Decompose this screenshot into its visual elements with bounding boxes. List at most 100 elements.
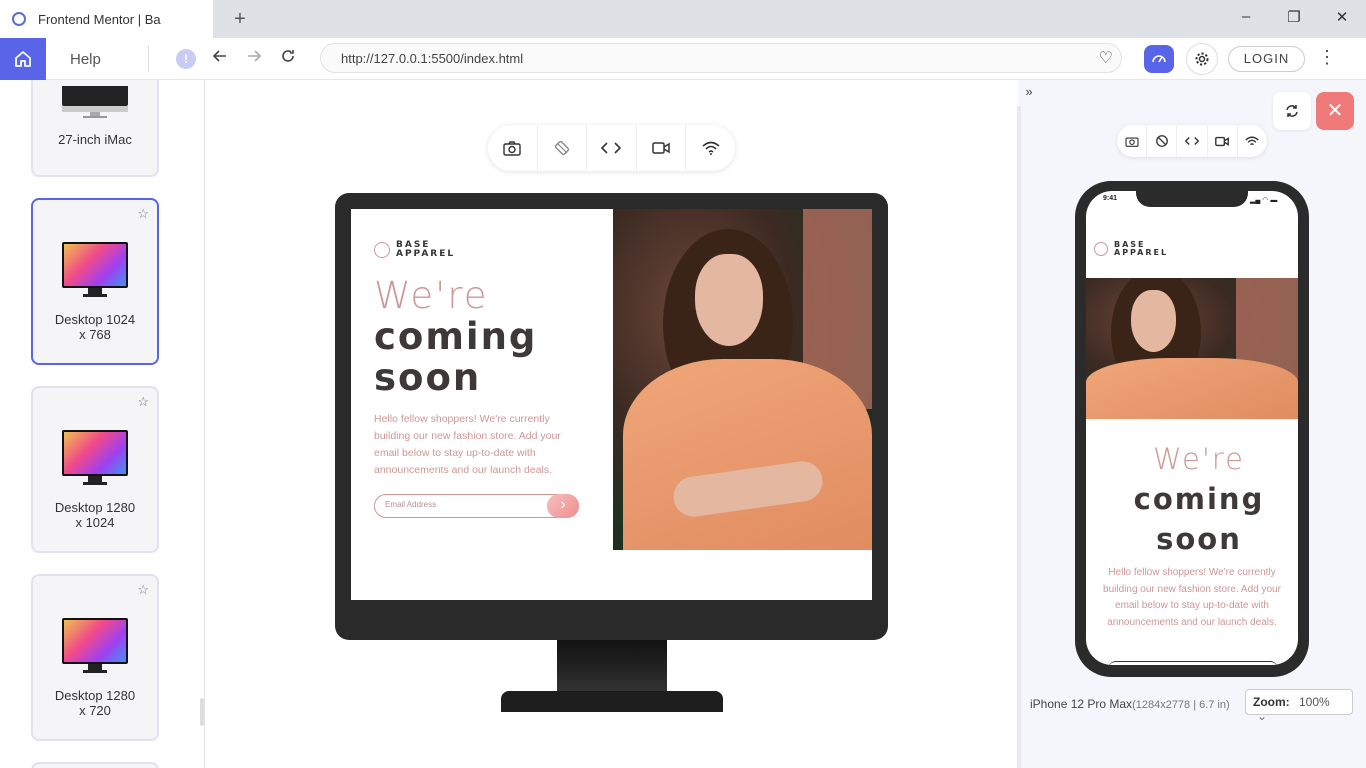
device-sidebar: 27-inch iMac ☆ Desktop 1024 x 768 ☆ Desk…: [0, 80, 205, 768]
code-icon: [601, 142, 622, 154]
help-link[interactable]: Help: [70, 51, 101, 68]
forward-icon[interactable]: [243, 48, 265, 69]
device-name-label: iPhone 12 Pro Max(1284x2778 | 6.7 in): [1030, 697, 1230, 711]
star-icon[interactable]: ☆: [137, 394, 149, 410]
headline-line-3: soon: [374, 356, 482, 399]
headline-line-3: soon: [1156, 522, 1242, 556]
device-label-line2: x 768: [79, 327, 111, 342]
screenshot-button[interactable]: [488, 125, 538, 171]
monitor-base: [501, 691, 723, 712]
chevron-down-icon: ⌄: [1257, 709, 1268, 723]
rotate-icon: [554, 140, 570, 156]
sidebar-scrollbar[interactable]: [200, 698, 204, 726]
headline-pink: We're: [1153, 442, 1245, 476]
new-tab-button[interactable]: +: [230, 8, 250, 31]
device-card-desktop-1280x720[interactable]: ☆ Desktop 1280 x 720: [31, 574, 159, 741]
zoom-label: Zoom:: [1253, 695, 1290, 709]
rotate-device-button[interactable]: [1273, 92, 1311, 130]
device-label-line1: Desktop 1280: [54, 688, 136, 703]
device-label-line1: Desktop 1024: [54, 312, 136, 327]
device-specs: (1284x2778 | 6.7 in): [1132, 699, 1230, 711]
phone-notch: [1136, 191, 1248, 207]
toolbar-divider: [148, 46, 149, 72]
rotate-button[interactable]: [538, 125, 588, 171]
device-card-partial[interactable]: [31, 762, 159, 768]
logo-line-2: APPAREL: [396, 249, 456, 259]
site-logo: BASE APPAREL: [374, 241, 455, 259]
minimize-button[interactable]: –: [1236, 8, 1256, 25]
status-icons: ▂▄ ◠ ▬: [1250, 197, 1278, 204]
site-logo: BASE APPAREL: [1094, 241, 1168, 257]
star-icon[interactable]: ☆: [137, 206, 149, 222]
back-icon[interactable]: [209, 48, 231, 69]
monitor-icon: [62, 430, 128, 486]
screenshot-button[interactable]: [1117, 125, 1148, 157]
email-field[interactable]: Email Address ›: [374, 494, 579, 518]
home-icon: [15, 51, 31, 67]
panel-divider[interactable]: [1017, 106, 1021, 768]
status-time: 9:41: [1103, 195, 1118, 202]
mobile-tools-bar: [1117, 125, 1267, 157]
wifi-icon: [702, 141, 720, 155]
monitor-icon: [62, 618, 128, 674]
globe-icon: [12, 12, 26, 26]
site-headline: We're coming soon: [1086, 439, 1298, 559]
gauge-icon: [1152, 55, 1166, 63]
info-icon[interactable]: !: [176, 49, 196, 69]
restore-button[interactable]: ❐: [1284, 8, 1304, 26]
video-icon: [652, 142, 670, 154]
more-menu-icon[interactable]: ⋮: [1318, 47, 1336, 68]
home-button[interactable]: [0, 38, 46, 80]
code-button[interactable]: [1177, 125, 1208, 157]
star-icon[interactable]: ☆: [137, 582, 149, 598]
code-icon: [1185, 137, 1199, 145]
device-card-desktop-1280x1024[interactable]: ☆ Desktop 1280 x 1024: [31, 386, 159, 553]
reload-icon[interactable]: [277, 48, 299, 69]
device-card-desktop-1024x768[interactable]: ☆ Desktop 1024 x 768: [31, 198, 159, 365]
record-button[interactable]: [637, 125, 687, 171]
headline-pink: We're: [374, 274, 489, 317]
url-text: http://127.0.0.1:5500/index.html: [341, 51, 524, 66]
device-label-line1: Desktop 1280: [54, 500, 136, 515]
phone-preview-screen: BASE APPAREL We're coming soon Hello fel…: [1086, 191, 1298, 665]
email-placeholder: Email Address: [385, 500, 437, 509]
monitor-icon: [62, 242, 128, 298]
monitor-stand: [557, 640, 667, 692]
headline-line-2: coming: [1133, 482, 1265, 516]
video-icon: [1215, 136, 1230, 146]
network-button[interactable]: [1238, 125, 1267, 157]
refresh-icon: [1286, 105, 1298, 117]
record-button[interactable]: [1208, 125, 1238, 157]
collapse-panel-icon[interactable]: »: [1018, 84, 1040, 104]
gear-icon: [1195, 52, 1209, 66]
logo-circle-icon: [374, 242, 390, 258]
browser-tab-bar: Frontend Mentor | Ba + – ❐ ✕: [0, 0, 1366, 38]
zoom-select[interactable]: Zoom: 100% ⌄: [1245, 689, 1353, 723]
camera-icon: [503, 141, 521, 156]
device-label-line2: x 1024: [75, 515, 115, 530]
close-panel-button[interactable]: ✕: [1316, 92, 1354, 130]
network-button[interactable]: [686, 125, 735, 171]
device-card-imac[interactable]: 27-inch iMac: [31, 80, 159, 177]
rotate-button[interactable]: [1147, 125, 1178, 157]
settings-button[interactable]: [1186, 43, 1218, 75]
zoom-value: 100%: [1299, 695, 1330, 709]
headline-line-2: coming: [374, 315, 538, 358]
performance-button[interactable]: [1144, 45, 1174, 73]
login-button[interactable]: LOGIN: [1228, 46, 1305, 72]
site-body-text: Hello fellow shoppers! We're currently b…: [1103, 567, 1281, 628]
rotate-icon: [1155, 135, 1168, 147]
email-field-partial[interactable]: [1108, 661, 1278, 665]
window-close-button[interactable]: ✕: [1332, 8, 1352, 26]
camera-icon: [1125, 137, 1139, 147]
heart-icon[interactable]: ♡: [1099, 48, 1113, 68]
desktop-preview-screen: BASE APPAREL We're coming soon Hello fel…: [351, 209, 872, 600]
wifi-icon: [1245, 136, 1260, 145]
logo-line-2: APPAREL: [1114, 248, 1169, 257]
device-label-line2: x 720: [79, 703, 111, 718]
code-button[interactable]: [587, 125, 637, 171]
browser-tab[interactable]: Frontend Mentor | Ba: [0, 0, 213, 38]
submit-button[interactable]: ›: [547, 494, 579, 518]
address-bar[interactable]: http://127.0.0.1:5500/index.html ♡: [320, 43, 1122, 73]
site-headline: We're coming soon: [374, 275, 537, 398]
